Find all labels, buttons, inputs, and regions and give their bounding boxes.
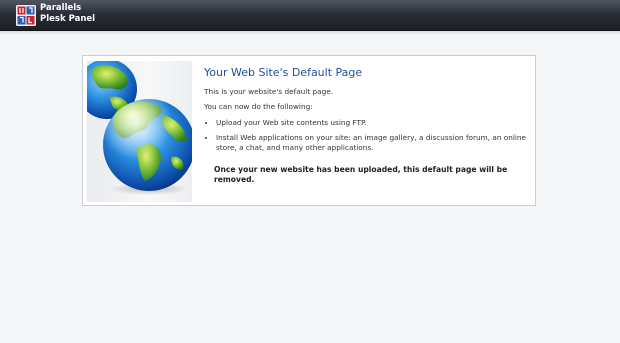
brand-line2: Plesk Panel [40, 14, 96, 24]
top-header-bar: Parallels Plesk Panel [0, 0, 620, 31]
brand-text: Parallels Plesk Panel [40, 3, 95, 25]
action-list: Upload your Web site contents using FTP.… [204, 118, 529, 153]
globe-icon [87, 61, 192, 195]
removal-note: Once your new website has been uploaded,… [214, 165, 508, 184]
list-item: Upload your Web site contents using FTP. [216, 118, 529, 128]
content-area: Your Web Site's Default Page This is you… [204, 66, 529, 185]
default-page-box: Your Web Site's Default Page This is you… [82, 55, 536, 206]
intro-text: This is your website's default page. [204, 87, 334, 96]
parallels-logo-icon [16, 5, 36, 26]
lead-text: You can now do the following: [204, 102, 313, 111]
globe-panel [87, 61, 192, 202]
header-divider [0, 31, 620, 34]
brand-line1: Parallels [40, 3, 82, 13]
page-title: Your Web Site's Default Page [204, 66, 363, 79]
list-item: Install Web applications on your site: a… [216, 133, 529, 153]
